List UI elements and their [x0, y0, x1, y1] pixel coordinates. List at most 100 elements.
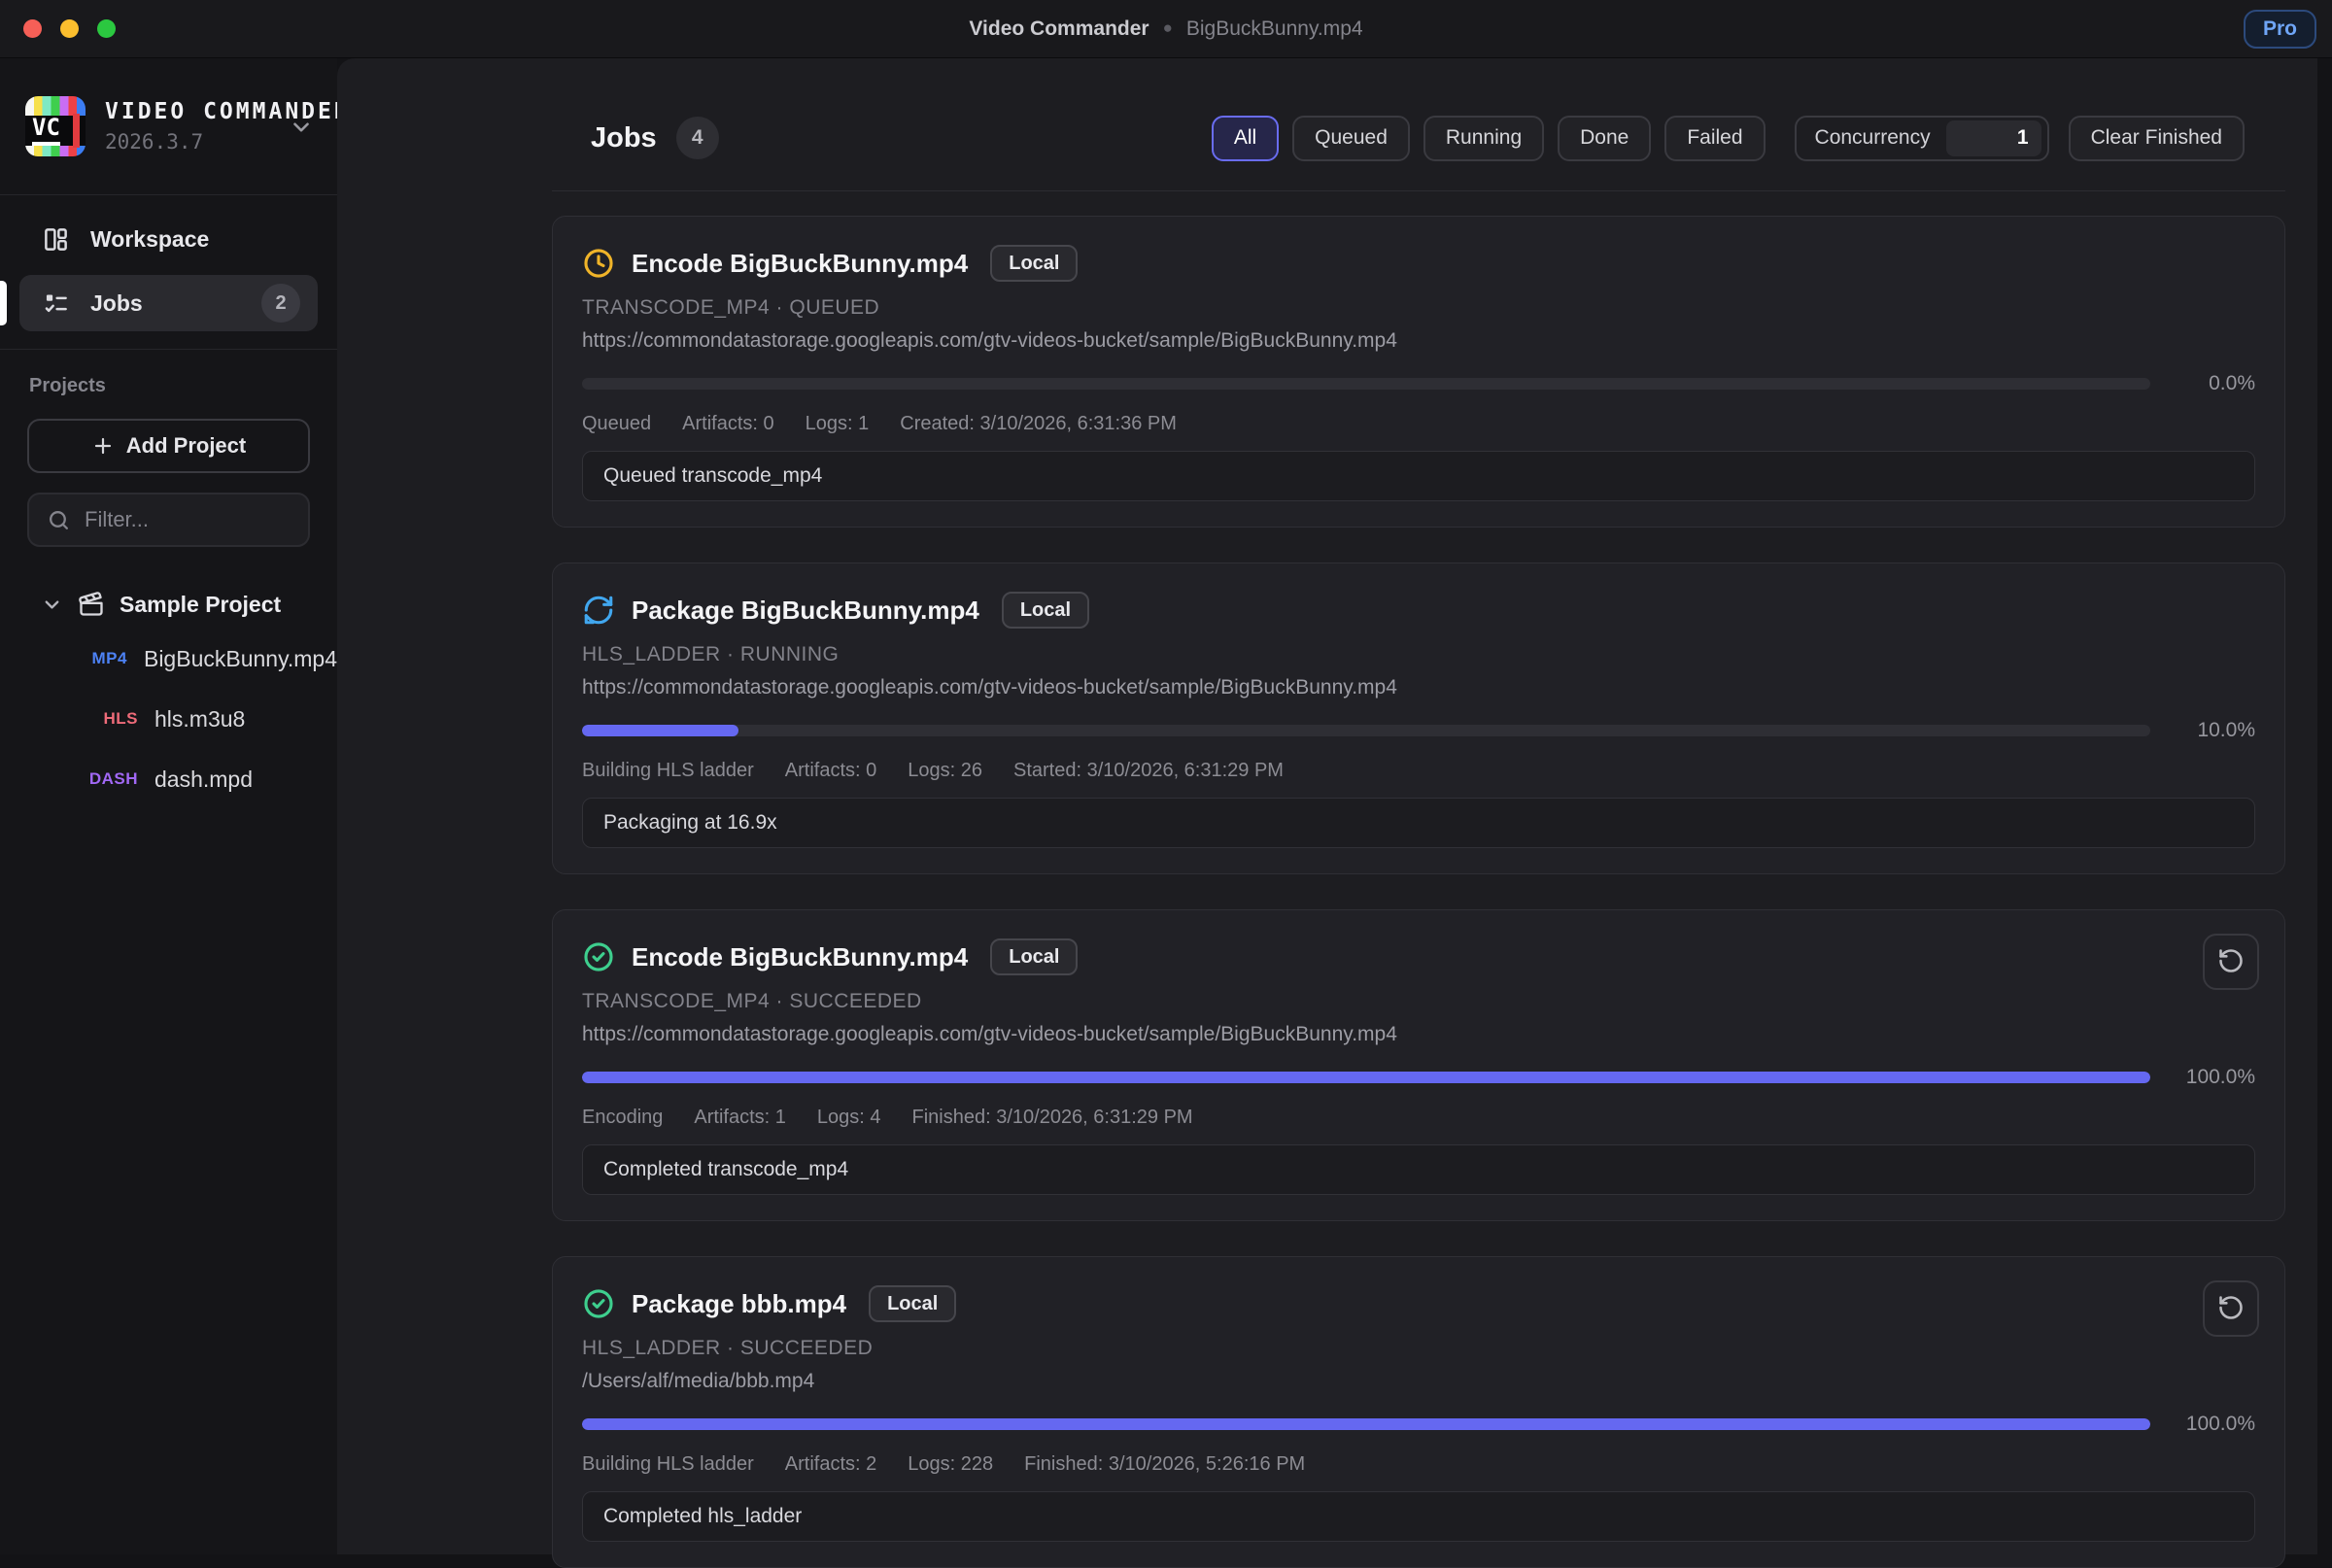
- sidebar-item-jobs[interactable]: Jobs 2: [19, 275, 318, 331]
- project-name: Sample Project: [120, 592, 281, 618]
- job-meta: Encoding Artifacts: 1 Logs: 4 Finished: …: [582, 1107, 2255, 1129]
- app-title: Video Commander: [969, 17, 1149, 40]
- job-type-status: TRANSCODE_MP4 · SUCCEEDED: [582, 990, 2255, 1013]
- clear-finished-button[interactable]: Clear Finished: [2069, 116, 2245, 161]
- retry-job-button[interactable]: [2203, 1280, 2259, 1337]
- progress-track: [582, 1418, 2150, 1430]
- job-type-status: HLS_LADDER · SUCCEEDED: [582, 1337, 2255, 1360]
- job-progress: 0.0%: [582, 372, 2255, 395]
- jobs-header: Jobs 4 All Queued Running Done Failed Co…: [591, 115, 2245, 161]
- refresh-spinner-icon: [582, 594, 615, 627]
- local-badge: Local: [869, 1285, 956, 1322]
- filter-input[interactable]: [85, 507, 291, 532]
- job-card[interactable]: Encode BigBuckBunny.mp4 Local TRANSCODE_…: [552, 216, 2285, 528]
- filter-queued-button[interactable]: Queued: [1292, 116, 1410, 161]
- search-icon: [47, 508, 71, 532]
- job-card[interactable]: Encode BigBuckBunny.mp4 Local TRANSCODE_…: [552, 909, 2285, 1221]
- file-name: BigBuckBunny.mp4: [144, 646, 337, 672]
- file-row-dash[interactable]: DASH dash.mpd: [0, 749, 337, 809]
- local-badge: Local: [1002, 592, 1089, 629]
- job-last-log: Completed hls_ladder: [582, 1491, 2255, 1542]
- sidebar-item-label: Jobs: [90, 290, 143, 317]
- job-artifacts: Artifacts: 0: [785, 760, 876, 782]
- job-filters: All Queued Running Done Failed Concurren…: [1212, 116, 2245, 161]
- job-source: https://commondatastorage.googleapis.com…: [582, 329, 2255, 353]
- progress-track: [582, 378, 2150, 390]
- concurrency-input[interactable]: [1946, 120, 2041, 156]
- job-last-log: Packaging at 16.9x: [582, 798, 2255, 848]
- filter-failed-button[interactable]: Failed: [1664, 116, 1765, 161]
- progress-fill: [582, 1072, 2150, 1083]
- filter-running-button[interactable]: Running: [1423, 116, 1544, 161]
- job-artifacts: Artifacts: 2: [785, 1453, 876, 1476]
- add-project-button[interactable]: Add Project: [27, 419, 310, 473]
- job-progress: 100.0%: [582, 1066, 2255, 1089]
- concurrency-control: Concurrency: [1795, 116, 2049, 161]
- job-artifacts: Artifacts: 1: [694, 1107, 785, 1129]
- file-name: hls.m3u8: [154, 706, 245, 733]
- job-timestamp: Finished: 3/10/2026, 5:26:16 PM: [1024, 1453, 1305, 1476]
- window-title: Video Commander●BigBuckBunny.mp4: [0, 17, 2332, 41]
- job-timestamp: Finished: 3/10/2026, 6:31:29 PM: [912, 1107, 1193, 1129]
- job-type-status: HLS_LADDER · RUNNING: [582, 643, 2255, 666]
- filter-all-button[interactable]: All: [1212, 116, 1279, 161]
- job-title: Package bbb.mp4: [632, 1289, 846, 1319]
- document-name: BigBuckBunny.mp4: [1186, 17, 1363, 40]
- workspace-icon: [43, 226, 69, 253]
- concurrency-label: Concurrency: [1815, 126, 1931, 150]
- job-progress: 100.0%: [582, 1413, 2255, 1436]
- job-source: /Users/alf/media/bbb.mp4: [582, 1370, 2255, 1393]
- main-panel: Jobs 4 All Queued Running Done Failed Co…: [337, 58, 2317, 1554]
- zoom-window-button[interactable]: [97, 19, 116, 38]
- add-project-label: Add Project: [126, 433, 246, 459]
- job-logs-count: Logs: 26: [908, 760, 982, 782]
- sidebar-nav: Workspace Jobs 2: [0, 195, 337, 349]
- clock-icon: [582, 247, 615, 280]
- logo-text: VC: [32, 116, 60, 145]
- file-row-mp4[interactable]: MP4 BigBuckBunny.mp4: [0, 629, 337, 689]
- file-row-hls[interactable]: HLS hls.m3u8: [0, 689, 337, 749]
- minimize-window-button[interactable]: [60, 19, 79, 38]
- job-timestamp: Started: 3/10/2026, 6:31:29 PM: [1013, 760, 1284, 782]
- job-stage: Building HLS ladder: [582, 1453, 754, 1476]
- progress-fill: [582, 1418, 2150, 1430]
- job-meta: Building HLS ladder Artifacts: 0 Logs: 2…: [582, 760, 2255, 782]
- logo-colorbars-top: [25, 96, 86, 116]
- local-badge: Local: [990, 245, 1078, 282]
- check-circle-icon: [582, 1287, 615, 1320]
- job-last-log: Completed transcode_mp4: [582, 1144, 2255, 1195]
- jobs-total-badge: 4: [676, 117, 719, 159]
- job-card[interactable]: Package bbb.mp4 Local HLS_LADDER · SUCCE…: [552, 1256, 2285, 1568]
- job-meta: Queued Artifacts: 0 Logs: 1 Created: 3/1…: [582, 413, 2255, 435]
- project-filter: [27, 493, 310, 547]
- retry-job-button[interactable]: [2203, 934, 2259, 990]
- plus-icon: [91, 434, 115, 458]
- job-logs-count: Logs: 228: [908, 1453, 993, 1476]
- job-stage: Queued: [582, 413, 651, 435]
- pro-badge: Pro: [2244, 10, 2316, 49]
- jobs-icon: [43, 290, 69, 317]
- clapperboard-icon: [78, 591, 105, 618]
- projects-section-label: Projects: [29, 375, 337, 397]
- job-logs-count: Logs: 1: [806, 413, 870, 435]
- rotate-ccw-icon: [2217, 947, 2245, 977]
- progress-percent: 100.0%: [2168, 1413, 2255, 1436]
- job-artifacts: Artifacts: 0: [682, 413, 773, 435]
- job-card[interactable]: Package BigBuckBunny.mp4 Local HLS_LADDE…: [552, 562, 2285, 874]
- progress-percent: 0.0%: [2168, 372, 2255, 395]
- progress-percent: 10.0%: [2168, 719, 2255, 742]
- close-window-button[interactable]: [23, 19, 42, 38]
- filter-done-button[interactable]: Done: [1558, 116, 1651, 161]
- sidebar-item-workspace[interactable]: Workspace: [19, 211, 318, 267]
- page-title: Jobs: [591, 122, 657, 154]
- project-row-sample-project[interactable]: Sample Project: [0, 580, 337, 629]
- project-tree: Sample Project MP4 BigBuckBunny.mp4 HLS …: [0, 580, 337, 809]
- job-timestamp: Created: 3/10/2026, 6:31:36 PM: [900, 413, 1177, 435]
- divider: [552, 190, 2285, 191]
- check-circle-icon: [582, 940, 615, 973]
- sidebar-header[interactable]: VC VIDEO COMMANDER 2026.3.7: [0, 58, 337, 194]
- local-badge: Local: [990, 938, 1078, 975]
- job-stage: Encoding: [582, 1107, 663, 1129]
- sidebar: VC VIDEO COMMANDER 2026.3.7 Workspace Jo…: [0, 58, 337, 1554]
- rotate-ccw-icon: [2217, 1294, 2245, 1324]
